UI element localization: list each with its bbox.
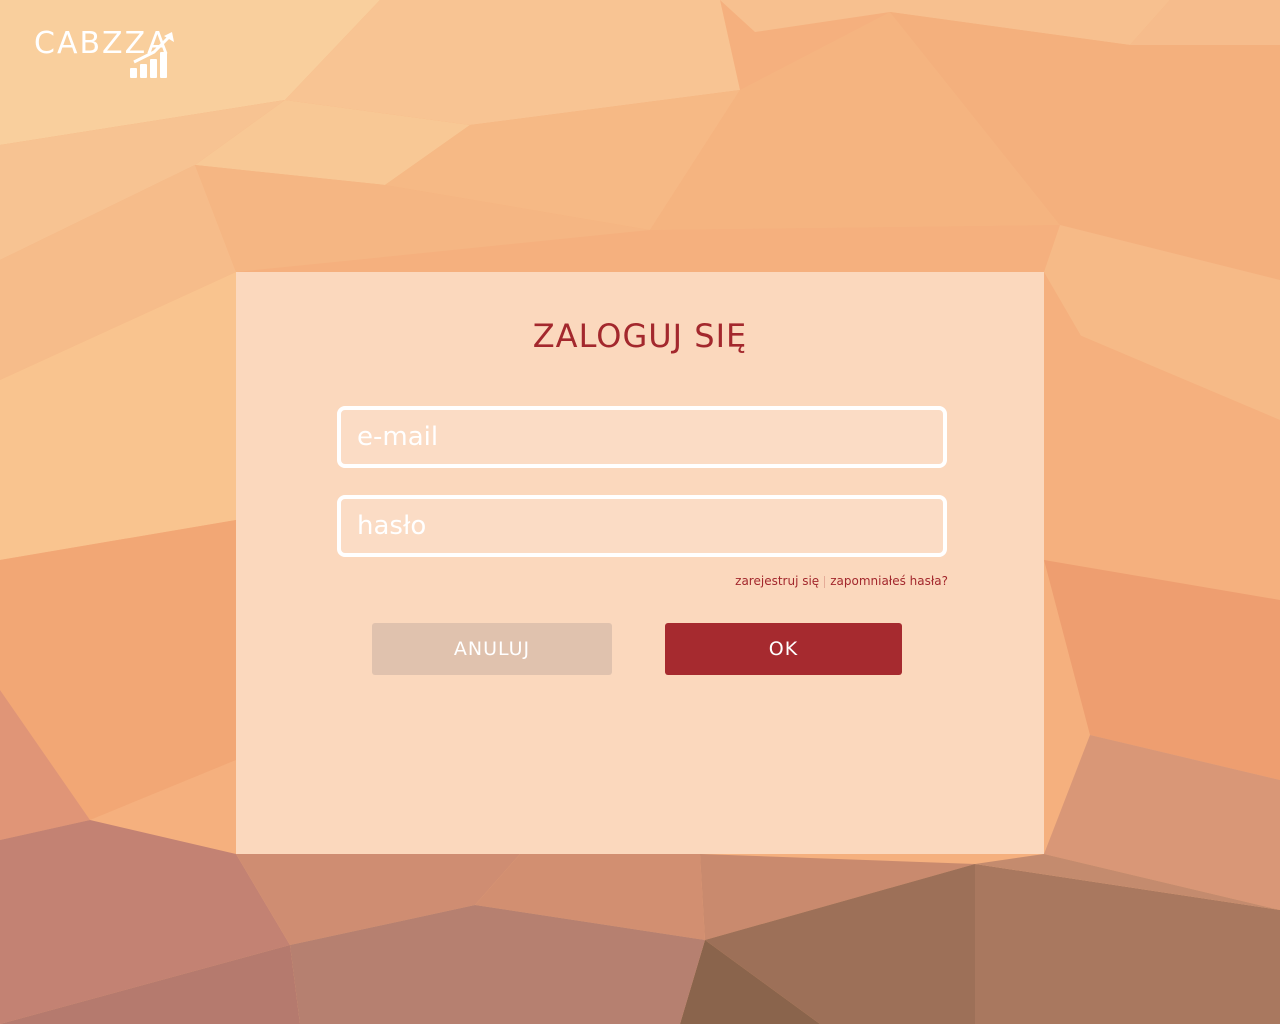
login-card: ZALOGUJ SIĘ zarejestruj się zapomniałeś h… — [236, 272, 1044, 854]
email-input[interactable] — [341, 410, 943, 464]
password-input[interactable] — [341, 499, 943, 553]
growth-chart-icon — [130, 32, 174, 78]
account-links: zarejestruj się zapomniałeś hasła? — [735, 574, 948, 588]
ok-button[interactable]: OK — [665, 623, 902, 675]
email-field[interactable] — [337, 406, 947, 468]
register-link[interactable]: zarejestruj się — [735, 574, 819, 588]
forgot-password-link[interactable]: zapomniałeś hasła? — [830, 574, 948, 588]
logo[interactable]: CABZZA — [34, 26, 194, 82]
page-title: ZALOGUJ SIĘ — [532, 317, 748, 355]
cancel-button[interactable]: ANULUJ — [372, 623, 612, 675]
link-divider — [824, 575, 826, 588]
password-field[interactable] — [337, 495, 947, 557]
